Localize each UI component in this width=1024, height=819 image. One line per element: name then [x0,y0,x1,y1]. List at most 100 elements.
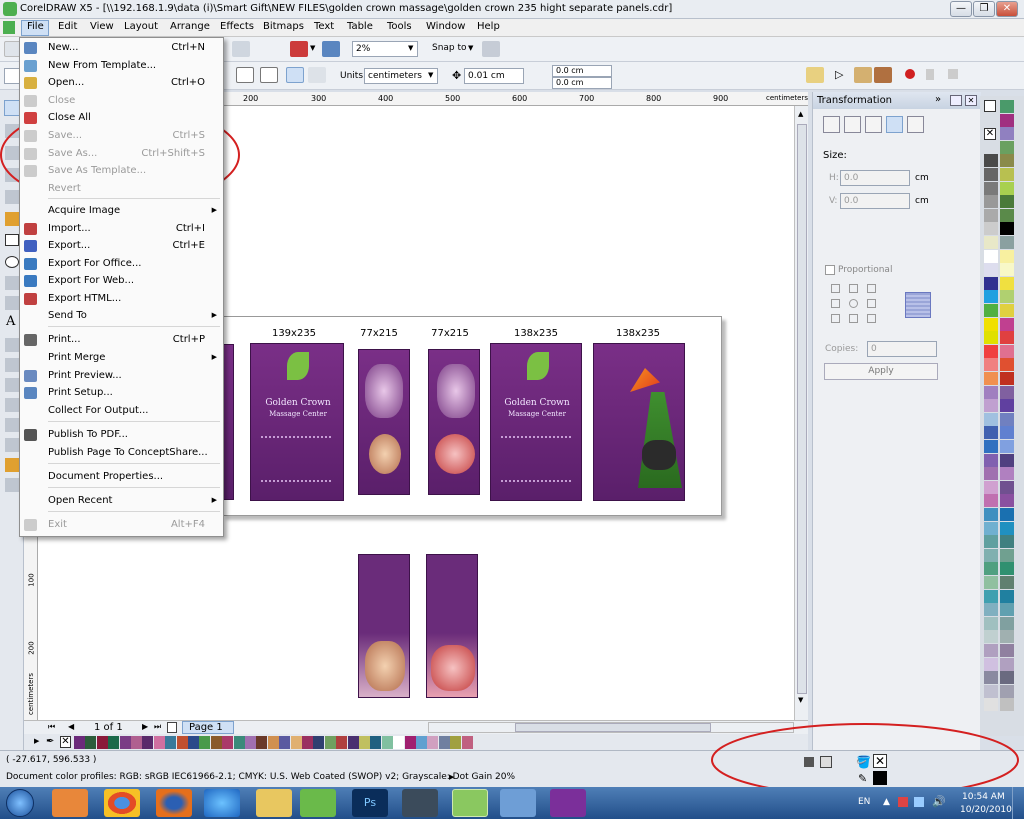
menu-item-shortcut: Ctrl+E [172,240,206,251]
file-menu-item-export-for-web[interactable]: Export For Web... [20,273,223,290]
tray-arrow-icon[interactable]: ▲ [883,797,890,807]
menu-item-label: Print Merge [48,352,106,363]
menu-item-label: Document Properties... [48,471,164,482]
start-button[interactable] [6,789,34,817]
menu-item-shortcut: Ctrl+O [170,77,205,88]
explorer-icon[interactable] [256,789,292,817]
menu-item-label: Print Setup... [48,387,113,398]
file-menu-item-export-html[interactable]: Export HTML... [20,291,223,308]
file-menu-item-save-as-template: Save As Template... [20,163,223,180]
file-menu-item-exit: Exit Alt+F4 [20,517,223,534]
menu-item-label: Close [48,95,76,106]
menu-item-label: Print Preview... [48,370,122,381]
show-desktop-button[interactable] [1012,787,1024,819]
file-menu-item-save-as: Save As... Ctrl+Shift+S [20,146,223,163]
menu-item-label: Publish To PDF... [48,429,128,440]
menu-separator [48,463,220,464]
menu-item-shortcut: Ctrl+S [172,130,205,141]
menu-item-label: Open Recent [48,495,113,506]
windows-taskbar: Ps EN ▲ 🔊 10:54 AM 10/20/2010 [0,787,1024,819]
volume-icon[interactable]: 🔊 [932,795,946,808]
export-html-icon [24,293,37,305]
export-for-web-icon [24,275,37,287]
close-all-icon [24,112,37,124]
publish-to-pdf-icon [24,429,37,441]
firefox-icon[interactable] [156,789,192,817]
file-menu-item-import[interactable]: Import... Ctrl+I [20,221,223,238]
menu-separator [48,198,220,199]
file-menu-item-print-setup[interactable]: Print Setup... [20,385,223,402]
file-menu-item-revert: Revert [20,181,223,198]
file-menu-item-open-recent[interactable]: Open Recent ▶ [20,493,223,510]
yahoo-messenger-icon[interactable] [550,789,586,817]
file-menu-item-save: Save... Ctrl+S [20,128,223,145]
menu-item-shortcut: Ctrl+N [171,42,205,53]
menu-item-label: Revert [48,183,81,194]
tray-network-icon[interactable] [914,797,924,807]
menu-separator [48,421,220,422]
file-menu-item-export-for-office[interactable]: Export For Office... [20,256,223,273]
file-menu-item-collect-for-output[interactable]: Collect For Output... [20,403,223,420]
chrome-icon[interactable] [104,789,140,817]
file-menu-item-close-all[interactable]: Close All [20,110,223,127]
file-menu-item-print-merge[interactable]: Print Merge ▶ [20,350,223,367]
file-menu-item-new[interactable]: New... Ctrl+N [20,40,223,57]
save-as-template-icon [24,165,37,177]
submenu-arrow-icon: ▶ [211,353,217,361]
menu-separator [48,326,220,327]
submenu-arrow-icon: ▶ [211,311,217,319]
import-icon [24,223,37,235]
menu-item-shortcut: Ctrl+Shift+S [141,148,205,159]
menu-item-label: Collect For Output... [48,405,149,416]
file-menu-item-new-from-template[interactable]: New From Template... [20,58,223,75]
app-icon[interactable] [402,789,438,817]
coreldraw-taskbar-icon[interactable] [300,789,336,817]
clock-date[interactable]: 10/20/2010 [960,805,1012,815]
menu-item-label: Import... [48,223,91,234]
language-indicator[interactable]: EN [858,797,870,807]
menu-item-label: Save As... [48,148,98,159]
menu-item-label: Send To [48,310,87,321]
new-icon [24,42,37,54]
file-menu-item-print[interactable]: Print... Ctrl+P [20,332,223,349]
file-menu-item-publish-page-to-conceptshare[interactable]: Publish Page To ConceptShare... [20,445,223,462]
close-icon [24,95,37,107]
open-icon [24,77,37,89]
save-icon [24,130,37,142]
clock-time[interactable]: 10:54 AM [962,792,1005,802]
file-menu-item-open[interactable]: Open... Ctrl+O [20,75,223,92]
menu-item-label: Export For Web... [48,275,135,286]
menu-item-shortcut: Ctrl+P [172,334,205,345]
internet-explorer-icon[interactable] [204,789,240,817]
menu-separator [48,511,220,512]
menu-item-label: Export HTML... [48,293,122,304]
menu-item-label: Open... [48,77,85,88]
menu-item-shortcut: Ctrl+I [175,223,205,234]
file-menu-item-document-properties[interactable]: Document Properties... [20,469,223,486]
save-as-icon [24,148,37,160]
file-menu-item-export[interactable]: Export... Ctrl+E [20,238,223,255]
file-menu-item-publish-to-pdf[interactable]: Publish To PDF... [20,427,223,444]
menu-item-label: Export For Office... [48,258,142,269]
menu-separator [48,487,220,488]
network-app-icon[interactable] [500,789,536,817]
tray-flag-icon[interactable] [898,797,908,807]
exit-icon [24,519,37,531]
menu-item-label: Export... [48,240,91,251]
submenu-arrow-icon: ▶ [211,496,217,504]
menu-item-shortcut: Alt+F4 [170,519,205,530]
menu-item-label: Acquire Image [48,205,121,216]
file-menu-item-print-preview[interactable]: Print Preview... [20,368,223,385]
print-setup-icon [24,387,37,399]
annotation-ellipse-status [711,723,1019,797]
menu-item-label: Publish Page To ConceptShare... [48,447,208,458]
photoshop-icon[interactable]: Ps [352,789,388,817]
coreldraw-active-icon[interactable] [452,789,488,817]
menu-item-label: Save As Template... [48,165,147,176]
file-menu-dropdown: New... Ctrl+N New From Template... Open... C… [19,37,224,537]
file-menu-item-send-to[interactable]: Send To ▶ [20,308,223,325]
menu-item-label: New From Template... [48,60,157,71]
media-player-icon[interactable] [52,789,88,817]
file-menu-item-close: Close [20,93,223,110]
file-menu-item-acquire-image[interactable]: Acquire Image ▶ [20,203,223,220]
